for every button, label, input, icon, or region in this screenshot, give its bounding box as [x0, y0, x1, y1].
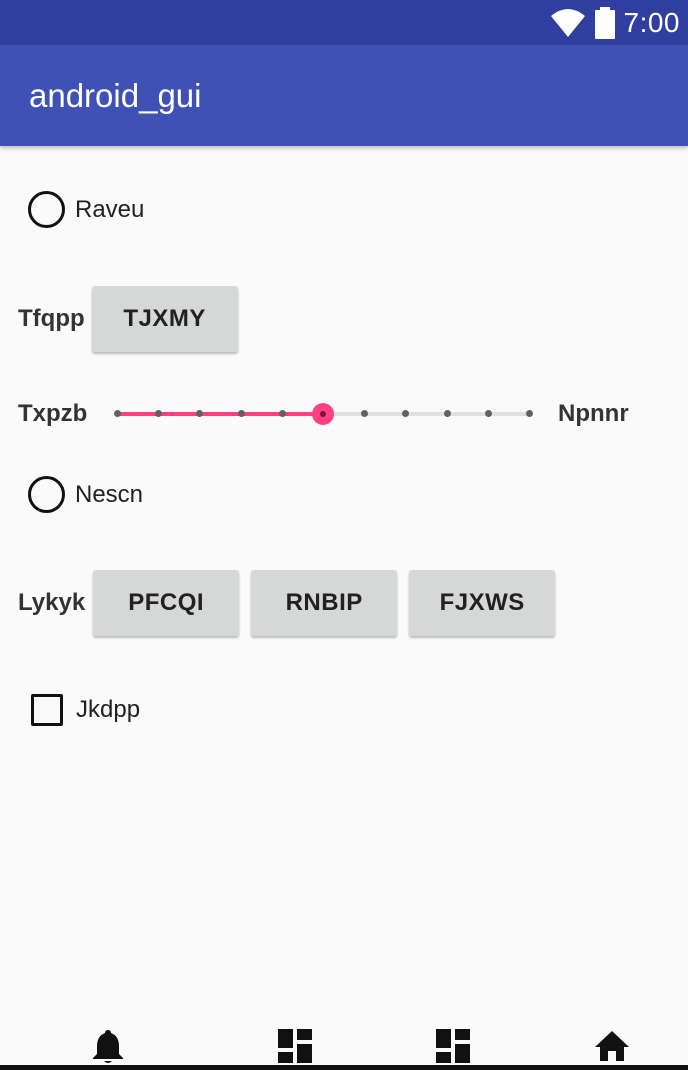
home-icon[interactable]	[592, 1026, 632, 1066]
slider-row: Txpzb Npnnr	[0, 394, 688, 434]
fjxws-button[interactable]: FJXWS	[409, 570, 556, 636]
lykyk-label: Lykyk	[18, 589, 86, 616]
radio-label-nescn: Nescn	[75, 480, 144, 508]
app-bar: android_gui	[0, 45, 688, 146]
battery-icon	[594, 6, 615, 39]
slider-tick	[443, 410, 451, 417]
bottom-nav	[0, 1010, 688, 1070]
checkbox-option-jkdpp[interactable]: Jkdpp	[0, 694, 140, 726]
radio-label-raveu: Raveu	[75, 195, 145, 223]
slider-right-label: Npnnr	[558, 400, 629, 427]
checkbox-label-jkdpp: Jkdpp	[76, 696, 141, 723]
checkbox-jkdpp[interactable]	[31, 694, 63, 726]
slider-left-label: Txpzb	[18, 400, 88, 427]
slider-tick	[484, 410, 492, 417]
dashboard-icon[interactable]	[275, 1026, 315, 1066]
tjxmy-button[interactable]: TJXMY	[91, 286, 238, 352]
radio-option-raveu[interactable]: Raveu	[0, 191, 144, 228]
slider-tick	[278, 410, 286, 417]
lykyk-row: Lykyk PFCQI RNBIP FJXWS	[0, 570, 556, 636]
app-title: android_gui	[29, 76, 202, 114]
radio-option-nescn[interactable]: Nescn	[0, 476, 143, 513]
radio-button-raveu[interactable]	[28, 191, 65, 228]
pfcqi-button[interactable]: PFCQI	[93, 570, 240, 636]
slider-tick	[237, 410, 245, 417]
nav-bottom-line	[0, 1065, 688, 1070]
tfqpp-label: Tfqpp	[18, 305, 85, 332]
status-time: 7:00	[623, 6, 680, 38]
dashboard-icon[interactable]	[433, 1026, 473, 1066]
radio-button-nescn[interactable]	[28, 476, 65, 513]
status-bar: 7:00	[0, 0, 688, 45]
slider-thumb[interactable]	[312, 403, 334, 425]
tfqpp-row: Tfqpp TJXMY	[0, 286, 238, 352]
slider-track-fill	[117, 412, 323, 416]
slider-tick	[526, 410, 533, 417]
bell-icon[interactable]	[88, 1026, 128, 1066]
wifi-icon	[550, 8, 585, 37]
slider-tick	[114, 410, 121, 417]
rnbip-button[interactable]: RNBIP	[251, 570, 398, 636]
